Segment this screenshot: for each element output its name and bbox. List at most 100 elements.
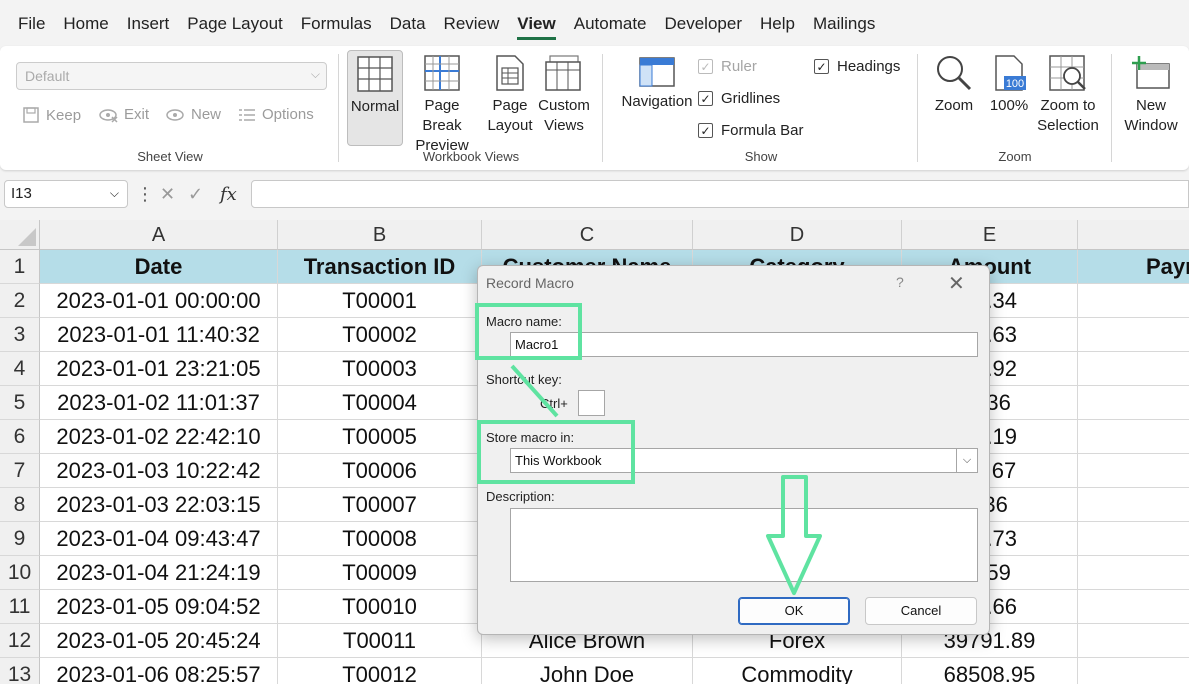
custom-views-button[interactable]: Custom Views xyxy=(538,54,590,136)
table-cell[interactable]: 2023-01-01 00:00:00 xyxy=(40,284,278,318)
tab-review[interactable]: Review xyxy=(444,6,500,40)
sheet-view-dropdown[interactable]: Default ⌵ xyxy=(16,62,327,90)
row-header[interactable]: 13 xyxy=(0,658,40,684)
header-cell[interactable]: Date xyxy=(40,250,278,284)
tab-help[interactable]: Help xyxy=(760,6,795,40)
table-cell[interactable]: T00006 xyxy=(278,454,482,488)
tab-view[interactable]: View xyxy=(517,6,556,40)
table-cell[interactable]: 2023-01-01 23:21:05 xyxy=(40,352,278,386)
more-icon[interactable]: ⋮ xyxy=(136,180,154,208)
table-cell[interactable]: W xyxy=(1078,556,1189,590)
row-header[interactable]: 2 xyxy=(0,284,40,318)
table-cell[interactable]: T00012 xyxy=(278,658,482,684)
table-cell[interactable]: 2023-01-01 11:40:32 xyxy=(40,318,278,352)
table-cell[interactable]: 2023-01-06 08:25:57 xyxy=(40,658,278,684)
table-cell[interactable]: 2023-01-05 20:45:24 xyxy=(40,624,278,658)
options-button[interactable]: Options xyxy=(238,106,314,123)
zoom-100-button[interactable]: 100 100% xyxy=(987,54,1031,116)
row-header[interactable]: 6 xyxy=(0,420,40,454)
table-cell[interactable] xyxy=(1078,284,1189,318)
new-sheet-view-button[interactable]: New xyxy=(165,106,221,123)
row-header[interactable]: 3 xyxy=(0,318,40,352)
tab-mailings[interactable]: Mailings xyxy=(813,6,875,40)
table-cell[interactable]: John Doe xyxy=(482,658,693,684)
table-cell[interactable]: 2023-01-05 09:04:52 xyxy=(40,590,278,624)
table-cell[interactable]: T00007 xyxy=(278,488,482,522)
table-cell[interactable]: 2023-01-03 22:03:15 xyxy=(40,488,278,522)
table-cell[interactable] xyxy=(1078,488,1189,522)
table-cell[interactable]: C xyxy=(1078,386,1189,420)
formula-bar-checkbox[interactable]: ✓ Formula Bar xyxy=(698,122,804,139)
page-break-preview-button[interactable]: Page Break Preview xyxy=(404,54,480,156)
table-cell[interactable]: W xyxy=(1078,352,1189,386)
shortcut-key-input[interactable] xyxy=(578,390,605,416)
row-header[interactable]: 5 xyxy=(0,386,40,420)
description-input[interactable] xyxy=(510,508,978,582)
table-cell[interactable]: T00004 xyxy=(278,386,482,420)
new-window-button[interactable]: New Window xyxy=(1119,54,1183,136)
table-cell[interactable]: W xyxy=(1078,522,1189,556)
table-cell[interactable]: C xyxy=(1078,454,1189,488)
header-cell[interactable]: Transaction ID xyxy=(278,250,482,284)
formula-input[interactable] xyxy=(251,180,1189,208)
table-cell[interactable]: 2023-01-02 11:01:37 xyxy=(40,386,278,420)
table-cell[interactable] xyxy=(1078,420,1189,454)
keep-button[interactable]: Keep xyxy=(22,106,81,124)
enter-check-icon[interactable]: ✓ xyxy=(188,180,203,208)
table-cell[interactable]: 2023-01-04 21:24:19 xyxy=(40,556,278,590)
table-cell[interactable]: Commodity xyxy=(693,658,902,684)
row-header[interactable]: 7 xyxy=(0,454,40,488)
headings-checkbox[interactable]: ✓ Headings xyxy=(814,58,900,75)
table-cell[interactable]: T00011 xyxy=(278,624,482,658)
table-cell[interactable]: T00003 xyxy=(278,352,482,386)
table-cell[interactable]: 2023-01-03 10:22:42 xyxy=(40,454,278,488)
help-icon[interactable]: ? xyxy=(896,274,904,290)
select-all-corner[interactable] xyxy=(0,220,40,250)
table-cell[interactable]: T00005 xyxy=(278,420,482,454)
normal-view-button[interactable]: Normal xyxy=(347,50,403,146)
row-header[interactable]: 12 xyxy=(0,624,40,658)
table-cell[interactable]: 2023-01-02 22:42:10 xyxy=(40,420,278,454)
tab-insert[interactable]: Insert xyxy=(127,6,170,40)
insert-function-icon[interactable]: fx xyxy=(220,180,237,208)
cancel-button[interactable]: Cancel xyxy=(865,597,977,625)
table-cell[interactable]: T00009 xyxy=(278,556,482,590)
table-cell[interactable]: 68508.95 xyxy=(902,658,1078,684)
table-cell[interactable]: T00008 xyxy=(278,522,482,556)
table-cell[interactable] xyxy=(1078,318,1189,352)
ok-button[interactable]: OK xyxy=(738,597,850,625)
table-cell[interactable]: T00010 xyxy=(278,590,482,624)
page-layout-button[interactable]: Page Layout xyxy=(486,54,534,136)
ruler-checkbox[interactable]: ✓ Ruler xyxy=(698,58,757,75)
column-header-a[interactable]: A xyxy=(40,220,278,250)
tab-data[interactable]: Data xyxy=(390,6,426,40)
close-icon[interactable]: ✕ xyxy=(948,271,965,296)
column-header-d[interactable]: D xyxy=(693,220,902,250)
tab-formulas[interactable]: Formulas xyxy=(301,6,372,40)
column-header-b[interactable]: B xyxy=(278,220,482,250)
row-header[interactable]: 9 xyxy=(0,522,40,556)
row-header[interactable]: 1 xyxy=(0,250,40,284)
zoom-button[interactable]: Zoom xyxy=(929,54,979,116)
tab-page-layout[interactable]: Page Layout xyxy=(187,6,282,40)
row-header[interactable]: 4 xyxy=(0,352,40,386)
exit-button[interactable]: Exit xyxy=(98,106,149,123)
tab-file[interactable]: File xyxy=(18,6,45,40)
table-cell[interactable]: C xyxy=(1078,590,1189,624)
table-cell[interactable]: W xyxy=(1078,658,1189,684)
gridlines-checkbox[interactable]: ✓ Gridlines xyxy=(698,90,780,107)
table-cell[interactable]: T00002 xyxy=(278,318,482,352)
row-header[interactable]: 10 xyxy=(0,556,40,590)
zoom-to-selection-button[interactable]: Zoom to Selection xyxy=(1035,54,1101,136)
table-cell[interactable]: 2023-01-04 09:43:47 xyxy=(40,522,278,556)
tab-home[interactable]: Home xyxy=(63,6,108,40)
tab-automate[interactable]: Automate xyxy=(574,6,647,40)
tab-developer[interactable]: Developer xyxy=(665,6,743,40)
cancel-x-icon[interactable]: ✕ xyxy=(160,180,175,208)
name-box[interactable]: I13 ⌵ xyxy=(4,180,128,208)
row-header[interactable]: 11 xyxy=(0,590,40,624)
column-header-c[interactable]: C xyxy=(482,220,693,250)
navigation-button[interactable]: Navigation xyxy=(614,56,700,112)
table-cell[interactable]: T00001 xyxy=(278,284,482,318)
table-cell[interactable]: C xyxy=(1078,624,1189,658)
